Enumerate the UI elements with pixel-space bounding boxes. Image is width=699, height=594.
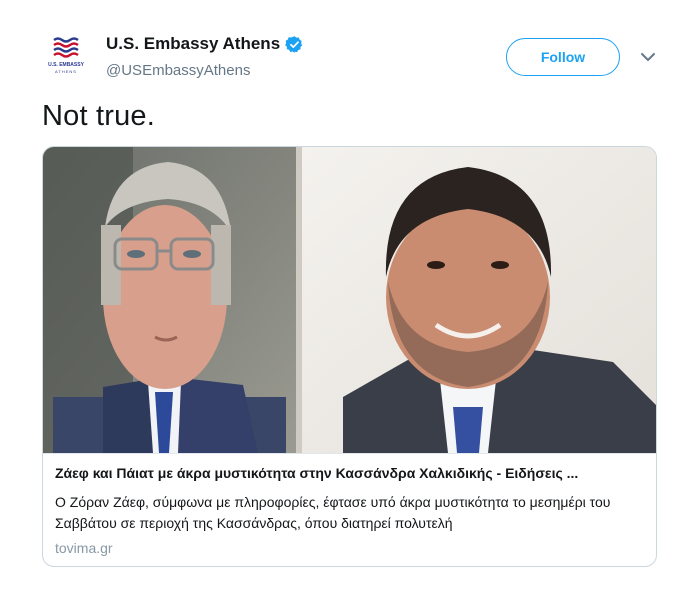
embassy-logo-icon: U.S. EMBASSY ATHENS bbox=[42, 30, 90, 78]
svg-text:ATHENS: ATHENS bbox=[55, 69, 77, 74]
card-body[interactable]: Ζάεφ και Πάιατ με άκρα μυστικότητα στην … bbox=[43, 453, 656, 566]
card-image bbox=[43, 147, 656, 453]
svg-text:U.S. EMBASSY: U.S. EMBASSY bbox=[48, 62, 85, 68]
avatar[interactable]: U.S. EMBASSY ATHENS bbox=[42, 30, 90, 78]
card-title[interactable]: Ζάεφ και Πάιατ με άκρα μυστικότητα στην … bbox=[55, 465, 578, 481]
tweet-text: Not true. bbox=[42, 100, 156, 132]
card-domain: tovima.gr bbox=[55, 540, 113, 556]
card-description: Ο Ζόραν Ζάεφ, σύμφωνα με πληροφορίες, έφ… bbox=[55, 494, 611, 531]
follow-button[interactable]: Follow bbox=[506, 38, 620, 76]
account-name-row[interactable]: U.S. Embassy Athens bbox=[106, 34, 304, 54]
link-card[interactable]: Ζάεφ και Πάιατ με άκρα μυστικότητα στην … bbox=[42, 146, 657, 567]
display-name[interactable]: U.S. Embassy Athens bbox=[106, 34, 280, 54]
verified-badge-icon bbox=[285, 35, 303, 53]
account-handle[interactable]: @USEmbassyAthens bbox=[106, 62, 250, 79]
chevron-down-icon[interactable] bbox=[640, 52, 656, 62]
